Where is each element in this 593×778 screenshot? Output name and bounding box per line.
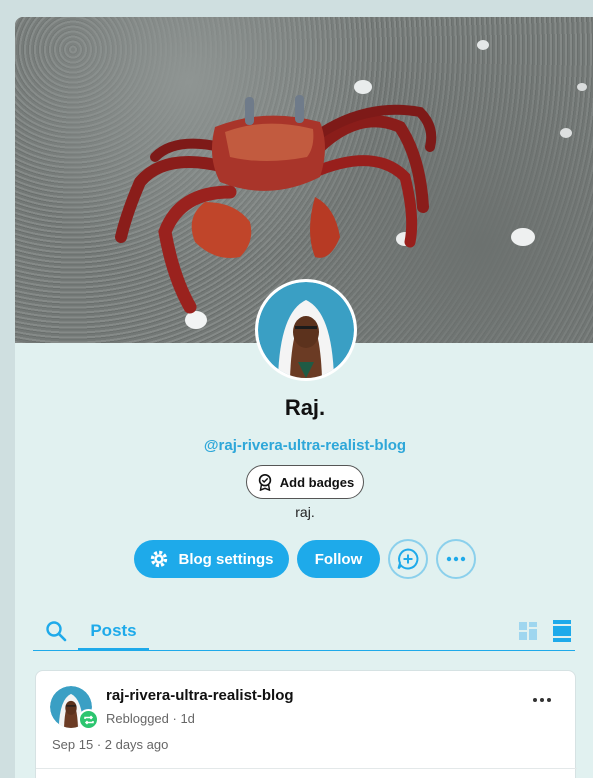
blog-url-link[interactable]: @raj-rivera-ultra-realist-blog	[15, 437, 593, 454]
avatar[interactable]	[255, 279, 357, 381]
follow-label: Follow	[314, 550, 363, 568]
message-plus-icon	[397, 548, 419, 570]
gear-icon	[151, 550, 168, 568]
blog-settings-button[interactable]: Blog settings	[134, 540, 289, 578]
post-divider	[36, 768, 577, 769]
post-card[interactable]: raj-rivera-ultra-realist-blog Reblogged …	[35, 670, 577, 778]
post-meta: Reblogged · 1d	[106, 711, 195, 726]
more-icon	[446, 556, 466, 562]
post-blog-name[interactable]: raj-rivera-ultra-realist-blog	[106, 687, 294, 704]
blog-description: raj.	[295, 504, 315, 520]
add-badges-button[interactable]: Add badges	[246, 465, 364, 499]
post-more-button[interactable]	[533, 695, 555, 705]
grid-view-icon[interactable]	[518, 621, 538, 641]
post-date: Sep 15 · 2 days ago	[52, 737, 169, 752]
reblog-badge	[78, 709, 99, 730]
badge-icon	[258, 473, 272, 491]
blog-title: Raj.	[284, 395, 326, 420]
blog-profile-card: Raj. @raj-rivera-ultra-realist-blog Add …	[15, 17, 593, 778]
follow-button[interactable]: Follow	[297, 540, 380, 578]
add-badges-label: Add badges	[279, 474, 355, 490]
more-options-button[interactable]	[436, 539, 476, 579]
search-icon[interactable]	[45, 620, 67, 642]
list-view-icon[interactable]	[553, 620, 571, 642]
profile-actions: Blog settings Follow	[134, 539, 476, 579]
reblog-icon	[83, 714, 94, 725]
tab-posts[interactable]: Posts	[78, 617, 149, 651]
content-tabs: Posts	[33, 617, 575, 651]
message-button[interactable]	[388, 539, 428, 579]
blog-settings-label: Blog settings	[178, 550, 274, 568]
